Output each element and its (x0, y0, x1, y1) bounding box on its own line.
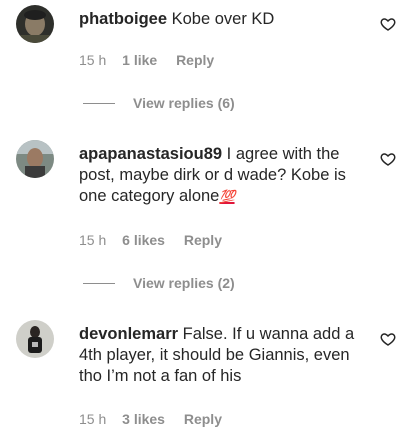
view-replies-button[interactable]: View replies (2) (83, 274, 235, 292)
view-replies-button[interactable]: View replies (6) (83, 94, 235, 112)
view-replies-label: View replies (6) (133, 95, 235, 111)
like-heart-icon[interactable] (380, 151, 396, 167)
divider-line (83, 282, 115, 284)
comment-time: 15 h (79, 411, 107, 427)
likes-count[interactable]: 6 likes (122, 231, 165, 249)
user-avatar-icon (16, 5, 54, 43)
comment-time: 15 h (79, 52, 107, 68)
avatar-devonlemarr[interactable] (16, 320, 54, 358)
reply-button[interactable]: Reply (176, 51, 214, 69)
comment-text: Kobe over KD (171, 10, 275, 28)
like-heart-icon[interactable] (380, 331, 396, 347)
divider-line (83, 102, 115, 104)
username[interactable]: devonlemarr (79, 325, 178, 343)
likes-count[interactable]: 3 likes (122, 410, 165, 428)
reply-button[interactable]: Reply (184, 410, 222, 428)
username[interactable]: phatboigee (79, 10, 167, 28)
comment-meta: 15 h 3 likes Reply (79, 410, 222, 428)
comment-time: 15 h (79, 232, 107, 248)
comment-meta: 15 h 6 likes Reply (79, 231, 222, 249)
like-heart-icon[interactable] (380, 16, 396, 32)
reply-button[interactable]: Reply (184, 231, 222, 249)
comment-meta: 15 h 1 like Reply (79, 51, 214, 69)
user-avatar-icon (16, 320, 54, 358)
hundred-points-emoji: 💯 (219, 189, 235, 204)
avatar-apapanastasiou89[interactable] (16, 140, 54, 178)
avatar-phatboigee[interactable] (16, 5, 54, 43)
user-avatar-icon (16, 140, 54, 178)
username[interactable]: apapanastasiou89 (79, 145, 222, 163)
likes-count[interactable]: 1 like (122, 51, 157, 69)
view-replies-label: View replies (2) (133, 275, 235, 291)
